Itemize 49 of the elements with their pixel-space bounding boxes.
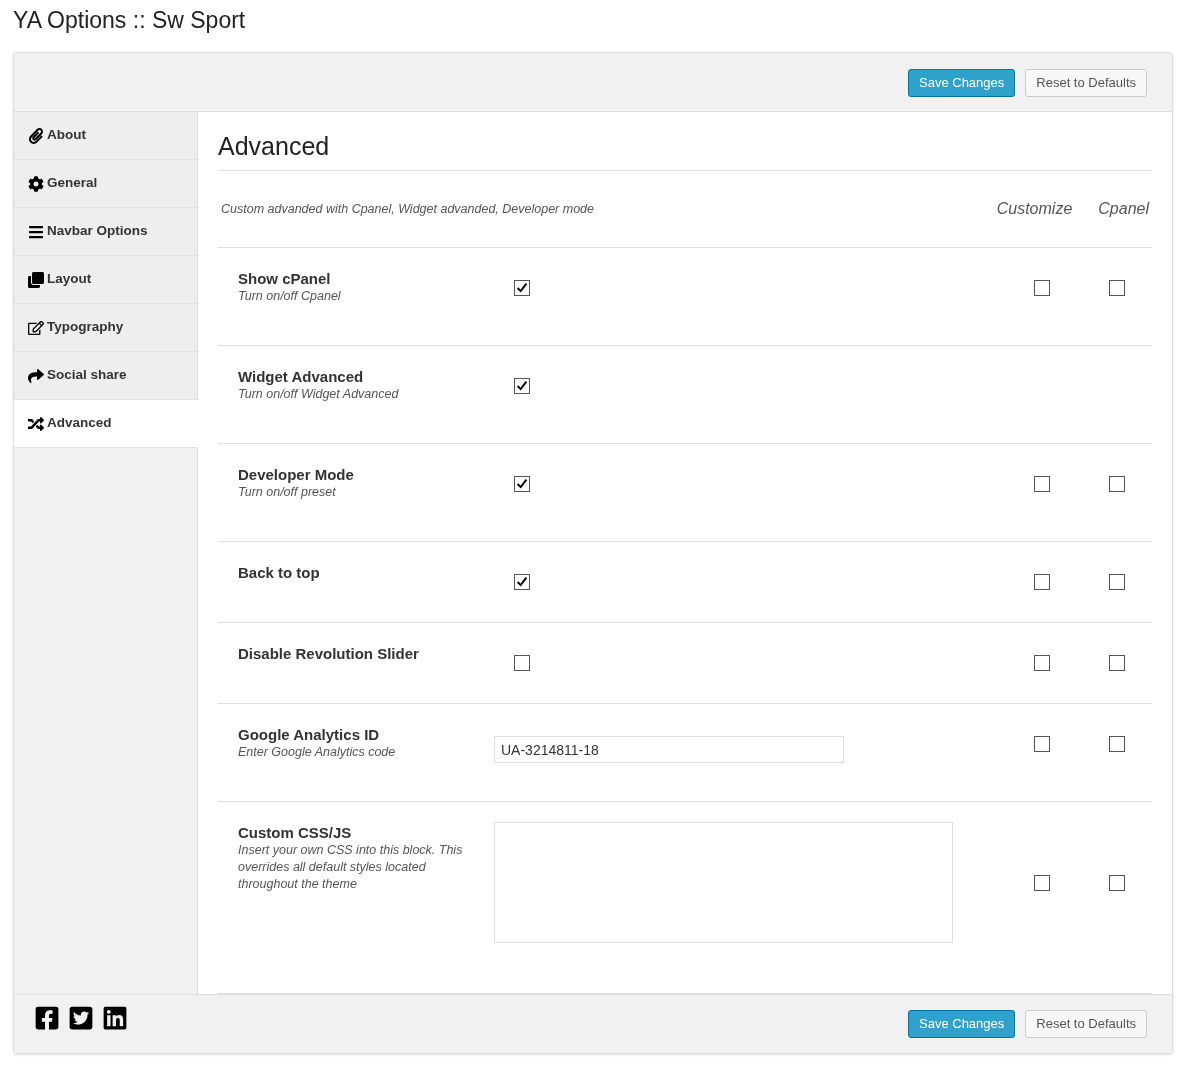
- menu-icon: [28, 223, 44, 240]
- input-field[interactable]: UA-3214811-18: [494, 736, 844, 763]
- share-arrow-icon: [28, 367, 44, 384]
- textarea-field[interactable]: [494, 822, 953, 943]
- checkbox[interactable]: [514, 476, 530, 492]
- option-hint: Turn on/off Widget Advanced: [238, 386, 400, 403]
- checkbox[interactable]: [1109, 574, 1125, 590]
- option-hint: Turn on/off Cpanel: [238, 288, 342, 305]
- facebook-icon[interactable]: [34, 1005, 60, 1031]
- reset-button[interactable]: Reset to Defaults: [1025, 68, 1147, 97]
- checkbox[interactable]: [1034, 736, 1050, 752]
- sidebar-tab[interactable]: Advanced: [14, 400, 198, 448]
- linkedin-icon[interactable]: [102, 1005, 128, 1031]
- option-label: Widget Advanced: [238, 368, 365, 386]
- checkbox[interactable]: [514, 280, 530, 296]
- checkbox[interactable]: [1109, 280, 1125, 296]
- option-label: Show cPanel: [238, 270, 332, 288]
- checkbox[interactable]: [514, 655, 530, 671]
- column-heading: Cpanel: [1098, 199, 1149, 219]
- option-hint: Insert your own CSS into this block. This overrides all default styles located throughout the theme: [238, 842, 464, 893]
- checkbox[interactable]: [514, 378, 530, 394]
- gear-icon: [28, 175, 44, 192]
- checkbox[interactable]: [1034, 655, 1050, 671]
- option-label: Google Analytics ID: [238, 726, 381, 744]
- checkbox[interactable]: [1109, 476, 1125, 492]
- shuffle-icon: [28, 415, 44, 432]
- reset-button[interactable]: Reset to Defaults: [1025, 1010, 1147, 1038]
- checkbox[interactable]: [1034, 476, 1050, 492]
- option-label: Developer Mode: [238, 466, 355, 484]
- stacked-squares-icon: [28, 271, 44, 288]
- column-heading: Customize: [996, 199, 1073, 219]
- section-title: Advanced: [218, 130, 1152, 171]
- checkbox[interactable]: [1109, 655, 1125, 671]
- edit-icon: [28, 319, 44, 336]
- option-label: Custom CSS/JS: [238, 824, 353, 842]
- page-title: YA Options :: Sw Sport: [13, 6, 247, 34]
- option-hint: Enter Google Analytics code: [238, 744, 397, 761]
- checkbox[interactable]: [1034, 280, 1050, 296]
- option-label: Disable Revolution Slider: [238, 645, 420, 663]
- paperclip-icon: [28, 127, 44, 144]
- section-description: Custom advanded with Cpanel, Widget advanded, Developer mode: [220, 200, 596, 218]
- option-label: Back to top: [238, 564, 321, 582]
- checkbox[interactable]: [1034, 574, 1050, 590]
- twitter-icon[interactable]: [68, 1005, 94, 1031]
- checkbox[interactable]: [1109, 736, 1125, 752]
- option-hint: Turn on/off preset: [238, 484, 337, 501]
- checkbox[interactable]: [1109, 874, 1125, 891]
- checkbox[interactable]: [1034, 874, 1050, 891]
- checkbox[interactable]: [514, 574, 530, 590]
